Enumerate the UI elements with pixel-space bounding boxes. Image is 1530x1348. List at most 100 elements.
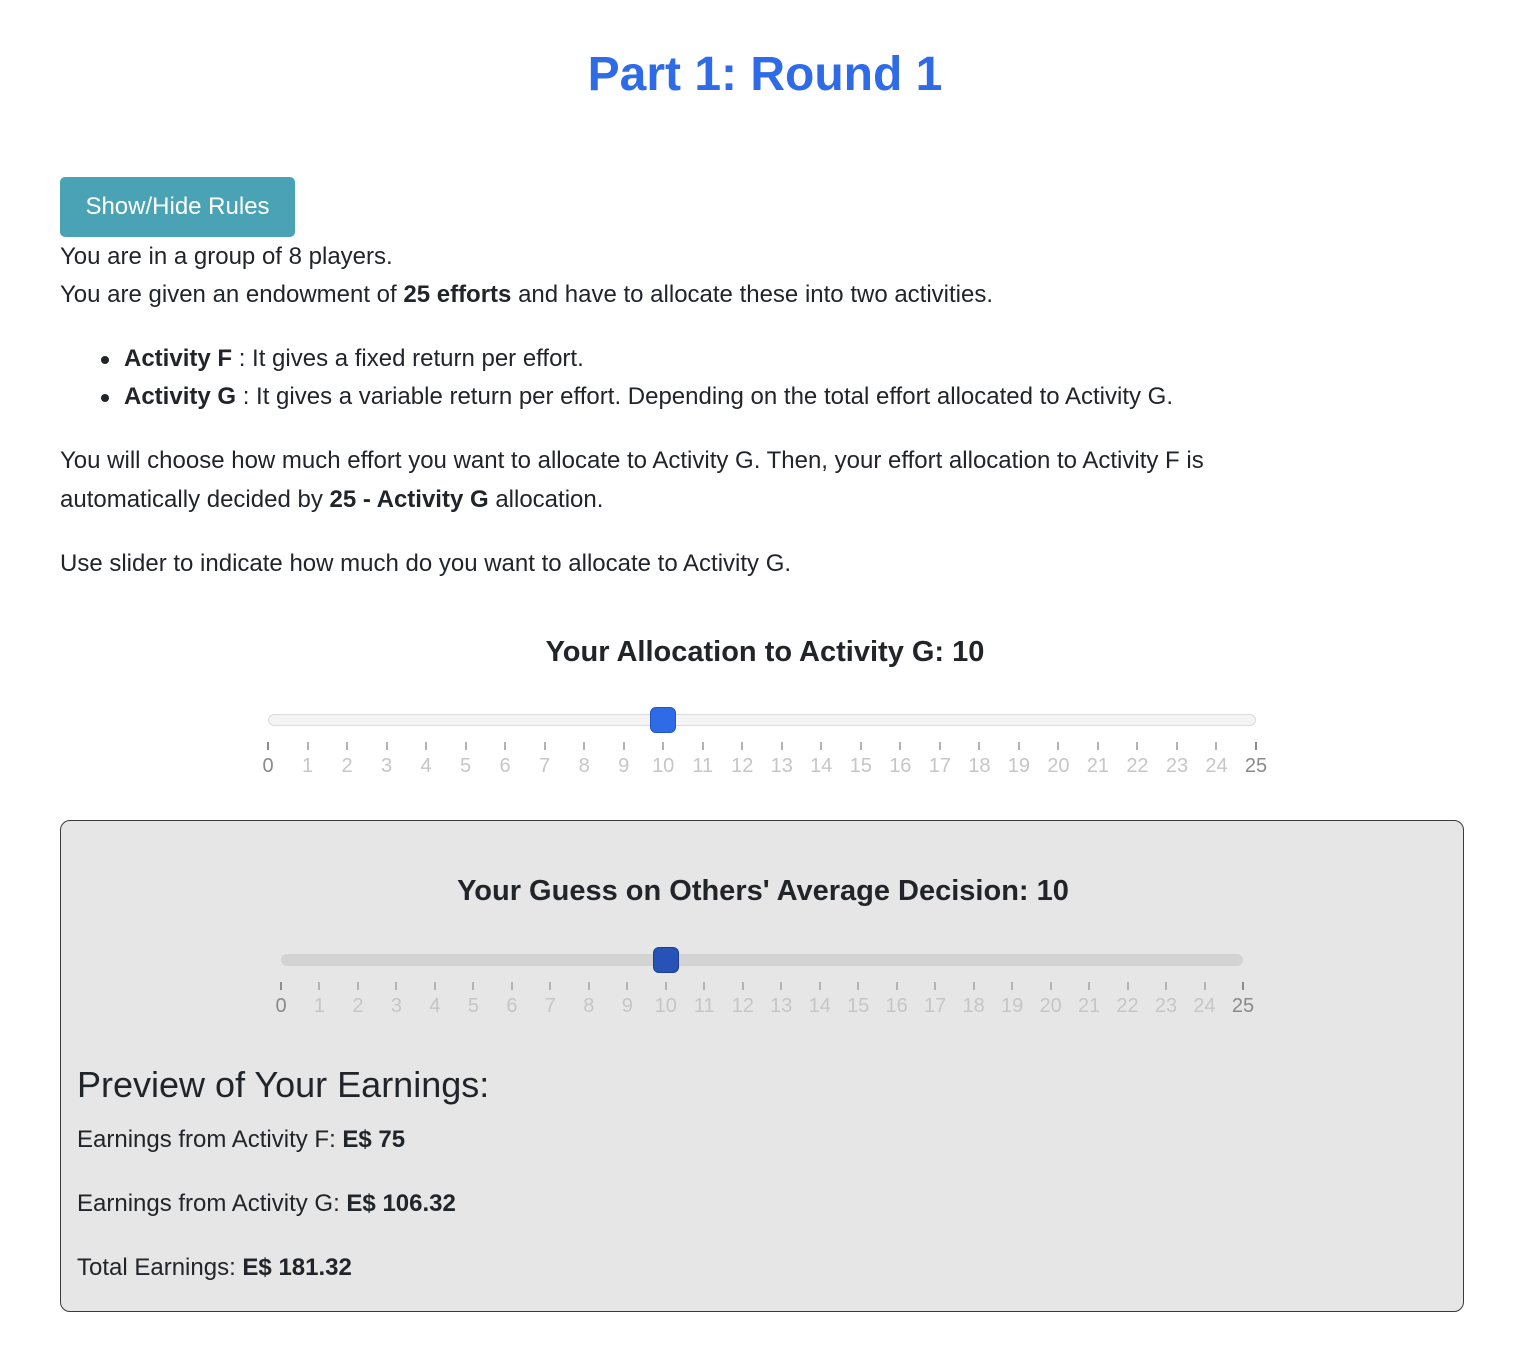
- guess-slider-tick-label: 20: [1039, 995, 1062, 1017]
- allocation-slider-tick-label: 2: [341, 755, 353, 777]
- allocation-slider-tick: [938, 742, 941, 750]
- earnings-g-value: E$ 106.32: [346, 1190, 456, 1217]
- endowment-text-post: and have to allocate these into two acti…: [511, 281, 994, 308]
- guess-slider-tick: [972, 982, 975, 990]
- allocation-slider-tick: [1017, 742, 1020, 750]
- guess-slider-tick: [395, 982, 398, 990]
- allocation-slider-tick-label: 17: [928, 755, 951, 777]
- allocation-slider-tick: [464, 742, 467, 750]
- slider-instruction: Use slider to indicate how much do you w…: [60, 550, 792, 577]
- guess-slider-tick: [934, 982, 937, 990]
- earnings-preview-heading: Preview of Your Earnings:: [77, 1064, 490, 1105]
- guess-slider-tick: [587, 982, 590, 990]
- allocation-slider-tick-label: 3: [380, 755, 393, 777]
- guess-slider-tick-label: 2: [352, 995, 364, 1017]
- guess-slider-tick-label: 3: [390, 995, 402, 1017]
- allocation-slider-tick-label: 9: [618, 755, 630, 777]
- allocation-slider-tick: [504, 742, 507, 750]
- endowment-text-pre: You are given an endowment of: [60, 281, 404, 308]
- guess-slider-tick-label: 8: [583, 995, 595, 1017]
- allocation-slider-tick-label: 21: [1086, 755, 1110, 777]
- activity-f-name: Activity F: [124, 345, 233, 372]
- activity-list: Activity F : It gives a fixed return per…: [60, 340, 1173, 416]
- earnings-f-value: E$ 75: [342, 1126, 406, 1153]
- allocation-slider-tick: [1175, 742, 1178, 750]
- activity-g-name: Activity G: [124, 383, 237, 410]
- allocation-slider-tick-label: 7: [539, 755, 551, 777]
- guess-slider-label: Your Guess on Others' Average Decision: …: [457, 875, 1069, 907]
- choose-text-post: allocation.: [488, 486, 604, 513]
- earnings-f: Earnings from Activity F: E$ 75: [77, 1123, 405, 1157]
- earnings-total-value: E$ 181.32: [242, 1254, 352, 1281]
- allocation-slider-tick-label: 1: [301, 755, 314, 777]
- guess-slider-tick: [1049, 982, 1052, 990]
- guess-slider-tick-label: 10: [654, 995, 677, 1017]
- allocation-slider-label: Your Allocation to Activity G: 10: [545, 636, 985, 668]
- allocation-slider-tick: [385, 742, 388, 750]
- show-hide-rules-button[interactable]: Show/Hide Rules: [60, 177, 295, 237]
- guess-slider-track[interactable]: [281, 954, 1243, 966]
- allocation-slider-tick: [1096, 742, 1099, 750]
- allocation-slider-track[interactable]: [268, 714, 1256, 726]
- guess-slider-tick-label: 12: [731, 995, 754, 1017]
- endowment-amount: 25 efforts: [403, 281, 512, 308]
- allocation-slider-tick-label: 5: [460, 755, 472, 777]
- earnings-g: Earnings from Activity G: E$ 106.32: [77, 1187, 456, 1221]
- allocation-slider-tick: [978, 742, 981, 750]
- allocation-slider-tick-label: 0: [262, 755, 274, 777]
- guess-slider-tick-label: 16: [885, 995, 908, 1017]
- guess-slider-thumb[interactable]: [652, 947, 679, 973]
- allocation-slider-tick: [1136, 742, 1139, 750]
- guess-slider-tick: [741, 982, 744, 990]
- guess-slider-tick: [1011, 982, 1014, 990]
- group-size-text: You are in a group of 8 players.: [60, 243, 393, 270]
- guess-slider-tick: [280, 982, 282, 990]
- guess-slider-tick-label: 17: [924, 995, 947, 1017]
- choose-text-pre: automatically decided by: [60, 486, 330, 513]
- allocation-slider-tick: [662, 742, 665, 750]
- allocation-slider-tick-label: 22: [1126, 755, 1149, 777]
- guess-slider-tick-label: 15: [847, 995, 870, 1017]
- guess-slider-tick-label: 6: [506, 995, 518, 1017]
- guess-slider-tick-label: 24: [1193, 995, 1216, 1017]
- allocation-slider-tick: [780, 742, 783, 750]
- guess-slider-tick: [895, 982, 898, 990]
- guess-slider-tick-label: 4: [429, 995, 441, 1017]
- page-title: Part 1: Round 1: [587, 48, 943, 101]
- allocation-slider-tick: [820, 742, 823, 750]
- allocation-slider-tick-label: 20: [1047, 755, 1070, 777]
- guess-slider-tick-label: 0: [275, 995, 287, 1017]
- guess-slider-tick-label: 14: [808, 995, 831, 1017]
- earnings-f-label: Earnings from Activity F:: [77, 1126, 343, 1153]
- allocation-slider-tick: [741, 742, 744, 750]
- guess-slider-tick-label: 18: [962, 995, 985, 1017]
- activity-g-item: Activity G : It gives a variable return …: [60, 378, 1173, 416]
- endowment-text: You are given an endowment of 25 efforts…: [60, 276, 993, 314]
- guess-slider-tick-label: 13: [770, 995, 793, 1017]
- guess-slider-tick-label: 23: [1154, 995, 1178, 1017]
- earnings-total-label: Total Earnings:: [77, 1254, 243, 1281]
- allocation-slider-tick-label: 12: [731, 755, 754, 777]
- guess-slider-tick: [433, 982, 436, 990]
- guess-slider-tick: [472, 982, 475, 990]
- choose-text-line1: You will choose how much effort you want…: [60, 447, 1204, 474]
- guess-slider-tick: [703, 982, 706, 990]
- allocation-slider-tick: [346, 742, 349, 750]
- earnings-g-label: Earnings from Activity G:: [77, 1190, 347, 1217]
- guess-slider-tick: [1088, 982, 1091, 990]
- allocation-slider-thumb[interactable]: [650, 707, 677, 733]
- activity-f-item: Activity F : It gives a fixed return per…: [60, 340, 1173, 378]
- activity-f-desc: : It gives a fixed return per effort.: [232, 345, 584, 372]
- guess-slider-tick-label: 11: [693, 995, 715, 1017]
- guess-slider-tick-label: 19: [1000, 995, 1024, 1017]
- guess-earnings-panel: Your Guess on Others' Average Decision: …: [60, 820, 1464, 1312]
- choose-formula: 25 - Activity G: [329, 486, 489, 513]
- allocation-slider-tick-label: 11: [692, 755, 714, 777]
- allocation-slider-tick-label: 18: [968, 755, 991, 777]
- allocation-slider-tick-label: 4: [420, 755, 432, 777]
- allocation-slider-tick-label: 25: [1244, 755, 1268, 777]
- allocation-slider-tick: [859, 742, 862, 750]
- allocation-slider-tick: [1057, 742, 1060, 750]
- guess-slider-tick-label: 25: [1231, 995, 1255, 1017]
- guess-slider-tick: [1165, 982, 1168, 990]
